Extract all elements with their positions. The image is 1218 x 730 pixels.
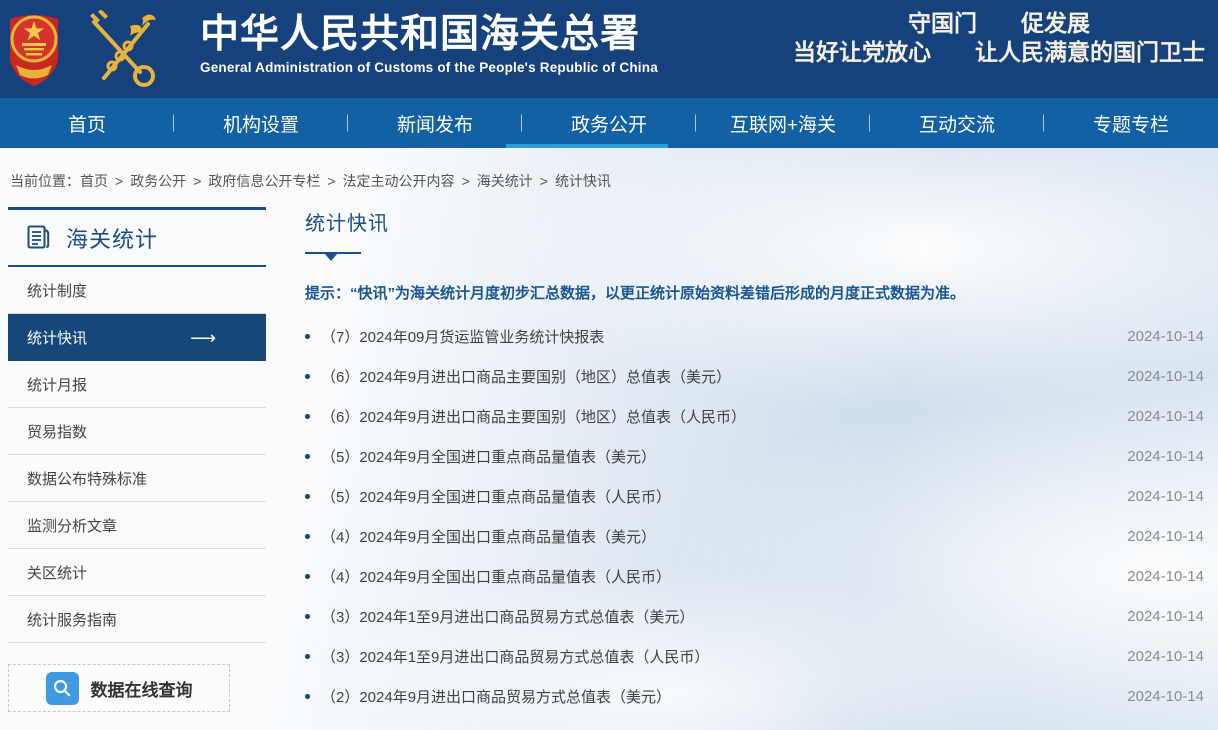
- title-underline: [305, 252, 361, 254]
- breadcrumb-link[interactable]: 海关统计: [477, 173, 533, 189]
- news-date: 2024-10-14: [1114, 368, 1204, 385]
- national-emblem-icon: [8, 9, 60, 93]
- breadcrumb: 当前位置：首页 > 政务公开 > 政府信息公开专栏 > 法定主动公开内容 > 海关统计 > 统计快讯…: [0, 148, 1218, 207]
- news-row[interactable]: （6）2024年9月进出口商品主要国别（地区）总值表（美元） 2024-10-1…: [305, 356, 1204, 396]
- sidebar-menu: 统计制度 ⟶ 统计快讯 ⟶ 统计月报 ⟶ 贸易指数: [8, 267, 266, 643]
- sidebar-menu-item[interactable]: 统计服务指南 ⟶: [8, 596, 266, 643]
- news-date: 2024-10-14: [1114, 408, 1204, 425]
- breadcrumb-separator: >: [540, 173, 548, 189]
- news-row[interactable]: （3）2024年1至9月进出口商品贸易方式总值表（美元） 2024-10-14: [305, 596, 1204, 636]
- breadcrumb-link[interactable]: 法定主动公开内容: [343, 173, 455, 189]
- news-title: （6）2024年9月进出口商品主要国别（地区）总值表（人民币）: [321, 406, 1114, 427]
- news-title: （3）2024年1至9月进出口商品贸易方式总值表（美元）: [321, 606, 1114, 627]
- bullet-icon: [305, 654, 310, 659]
- news-date: 2024-10-14: [1114, 448, 1204, 465]
- nav-item[interactable]: 首页: [0, 98, 174, 148]
- bullet-icon: [305, 574, 310, 579]
- news-title: （5）2024年9月全国进口重点商品量值表（人民币）: [321, 486, 1114, 507]
- bullet-icon: [305, 334, 310, 339]
- news-title: （4）2024年9月全国出口重点商品量值表（人民币）: [321, 566, 1114, 587]
- breadcrumb-link[interactable]: 首页: [80, 173, 108, 189]
- sidebar-menu-item[interactable]: 数据公布特殊标准 ⟶: [8, 455, 266, 502]
- breadcrumb-link[interactable]: 统计快讯: [555, 173, 611, 189]
- slogan-line-1: 守国门促发展: [793, 9, 1205, 38]
- bullet-icon: [305, 494, 310, 499]
- news-row[interactable]: （4）2024年9月全国出口重点商品量值表（人民币） 2024-10-14: [305, 556, 1204, 596]
- sidebar-title: 海关统计: [66, 222, 158, 254]
- customs-emblem-icon: [84, 10, 160, 95]
- data-online-query-button[interactable]: 数据在线查询: [8, 664, 230, 712]
- nav-item[interactable]: 专题专栏: [1044, 98, 1218, 148]
- sidebar-menu-item[interactable]: 统计月报 ⟶: [8, 361, 266, 408]
- main-nav: 首页 机构设置 新闻发布 政务公开 互联网+海关 互动交流 专题专栏: [0, 98, 1218, 148]
- news-date: 2024-10-14: [1114, 608, 1204, 625]
- nav-item[interactable]: 互联网+海关: [696, 98, 870, 148]
- breadcrumb-prefix: 当前位置：: [10, 173, 80, 189]
- sidebar-header: 海关统计: [8, 207, 266, 267]
- news-title: （6）2024年9月进出口商品主要国别（地区）总值表（美元）: [321, 366, 1114, 387]
- news-date: 2024-10-14: [1114, 328, 1204, 345]
- news-date: 2024-10-14: [1114, 648, 1204, 665]
- bullet-icon: [305, 454, 310, 459]
- bullet-icon: [305, 534, 310, 539]
- slogan-line-2: 当好让党放心让人民满意的国门卫士: [793, 38, 1205, 67]
- breadcrumb-link[interactable]: 政府信息公开专栏: [208, 173, 320, 189]
- news-row[interactable]: （4）2024年9月全国出口重点商品量值表（美元） 2024-10-14: [305, 516, 1204, 556]
- news-row[interactable]: （5）2024年9月全国进口重点商品量值表（美元） 2024-10-14: [305, 436, 1204, 476]
- breadcrumb-separator: >: [193, 173, 201, 189]
- bullet-icon: [305, 414, 310, 419]
- bullet-icon: [305, 374, 310, 379]
- query-button-label: 数据在线查询: [91, 676, 193, 701]
- news-title: （7）2024年09月货运监管业务统计快报表: [321, 326, 1114, 347]
- notice-text: 提示：“快讯”为海关统计月度初步汇总数据，以更正统计原始资料差错后形成的月度正式…: [305, 282, 1204, 303]
- nav-item[interactable]: 新闻发布: [348, 98, 522, 148]
- breadcrumb-separator: >: [327, 173, 335, 189]
- sidebar-menu-item[interactable]: 贸易指数 ⟶: [8, 408, 266, 455]
- main-content: 统计快讯 提示：“快讯”为海关统计月度初步汇总数据，以更正统计原始资料差错后形成…: [305, 207, 1204, 716]
- news-row[interactable]: （7）2024年09月货运监管业务统计快报表 2024-10-14: [305, 316, 1204, 356]
- breadcrumb-separator: >: [115, 173, 123, 189]
- arrow-right-icon: ⟶: [190, 329, 216, 347]
- triangle-down-icon: [325, 254, 337, 261]
- site-title-en: General Administration of Customs of the…: [200, 60, 658, 75]
- site-title-block: 中华人民共和国海关总署 General Administration of Cu…: [200, 13, 658, 75]
- news-date: 2024-10-14: [1114, 688, 1204, 705]
- bullet-icon: [305, 614, 310, 619]
- page: 中华人民共和国海关总署 General Administration of Cu…: [0, 0, 1218, 730]
- search-icon: [46, 672, 79, 705]
- header-slogan: 守国门促发展 当好让党放心让人民满意的国门卫士: [793, 9, 1205, 67]
- breadcrumb-separator: >: [462, 173, 470, 189]
- site-header: 中华人民共和国海关总署 General Administration of Cu…: [0, 0, 1218, 98]
- sidebar-menu-item[interactable]: 监测分析文章 ⟶: [8, 502, 266, 549]
- site-title-cn: 中华人民共和国海关总署: [200, 13, 658, 57]
- news-row[interactable]: （5）2024年9月全国进口重点商品量值表（人民币） 2024-10-14: [305, 476, 1204, 516]
- news-date: 2024-10-14: [1114, 528, 1204, 545]
- news-date: 2024-10-14: [1114, 488, 1204, 505]
- news-row[interactable]: （6）2024年9月进出口商品主要国别（地区）总值表（人民币） 2024-10-…: [305, 396, 1204, 436]
- bullet-icon: [305, 694, 310, 699]
- nav-item[interactable]: 政务公开: [522, 98, 696, 148]
- sidebar-menu-item[interactable]: 统计快讯 ⟶: [8, 314, 266, 361]
- nav-item[interactable]: 互动交流: [870, 98, 1044, 148]
- news-title: （4）2024年9月全国出口重点商品量值表（美元）: [321, 526, 1114, 547]
- nav-item[interactable]: 机构设置: [174, 98, 348, 148]
- news-title: （3）2024年1至9月进出口商品贸易方式总值表（人民币）: [321, 646, 1114, 667]
- sidebar-menu-item[interactable]: 统计制度 ⟶: [8, 267, 266, 314]
- news-title: （2）2024年9月进出口商品贸易方式总值表（美元）: [321, 686, 1114, 707]
- breadcrumb-link[interactable]: 政务公开: [130, 173, 186, 189]
- news-row[interactable]: （2）2024年9月进出口商品贸易方式总值表（美元） 2024-10-14: [305, 676, 1204, 716]
- sidebar: 海关统计 统计制度 ⟶ 统计快讯 ⟶ 统计月报 ⟶: [8, 207, 266, 712]
- news-date: 2024-10-14: [1114, 568, 1204, 585]
- news-list: （7）2024年09月货运监管业务统计快报表 2024-10-14 （6）202…: [305, 316, 1204, 716]
- sidebar-menu-item[interactable]: 关区统计 ⟶: [8, 549, 266, 596]
- news-title: （5）2024年9月全国进口重点商品量值表（美元）: [321, 446, 1114, 467]
- document-icon: [25, 224, 52, 251]
- content-row: 海关统计 统计制度 ⟶ 统计快讯 ⟶ 统计月报 ⟶: [0, 207, 1218, 716]
- page-title: 统计快讯: [305, 207, 1204, 236]
- news-row[interactable]: （3）2024年1至9月进出口商品贸易方式总值表（人民币） 2024-10-14: [305, 636, 1204, 676]
